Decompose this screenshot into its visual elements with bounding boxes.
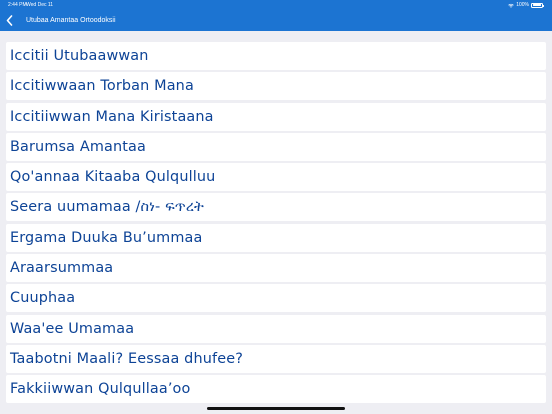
battery-tip <box>542 4 544 7</box>
status-time: 2:44 PM <box>8 2 27 8</box>
list-item[interactable]: Barumsa Amantaa <box>6 132 546 161</box>
home-indicator[interactable] <box>207 407 345 410</box>
list-item[interactable]: Cuuphaa <box>6 284 546 313</box>
topic-list: Iccitii Utubaawwan Iccitiwwaan Torban Ma… <box>0 42 552 406</box>
battery-level <box>532 4 542 6</box>
list-item[interactable]: Seera uumamaa /ስነ- ፍጥረት <box>6 193 546 222</box>
list-item[interactable]: Fakkiiwwan Qulqullaa’oo <box>6 375 546 404</box>
list-item[interactable]: Qo'annaa Kitaaba Qulqulluu <box>6 163 546 192</box>
list-item[interactable]: Iccitii Utubaawwan <box>6 42 546 70</box>
wifi-icon <box>508 3 514 8</box>
status-date: Wed Dec 11 <box>26 2 54 8</box>
list-item[interactable]: Waa'ee Umamaa <box>6 314 546 343</box>
list-item[interactable]: Iccitiiwwan Mana Kiristaana <box>6 102 546 131</box>
navigation-bar: Utubaa Amantaa Ortoodoksii <box>0 10 552 31</box>
list-item[interactable]: Taabotni Maali? Eessaa dhufee? <box>6 344 546 373</box>
status-indicators: 100% <box>508 0 544 10</box>
list-item[interactable]: Ergama Duuka Bu’ummaa <box>6 223 546 252</box>
battery-icon <box>531 2 544 8</box>
battery-percentage: 100% <box>516 2 529 8</box>
list-item[interactable]: Iccitiwwaan Torban Mana <box>6 72 546 101</box>
page-title: Utubaa Amantaa Ortoodoksii <box>26 17 116 24</box>
status-bar: 2:44 PM Wed Dec 11 100% <box>0 0 552 10</box>
back-button[interactable] <box>6 10 24 31</box>
list-item[interactable]: Araarsummaa <box>6 254 546 283</box>
chevron-left-icon <box>6 15 13 26</box>
